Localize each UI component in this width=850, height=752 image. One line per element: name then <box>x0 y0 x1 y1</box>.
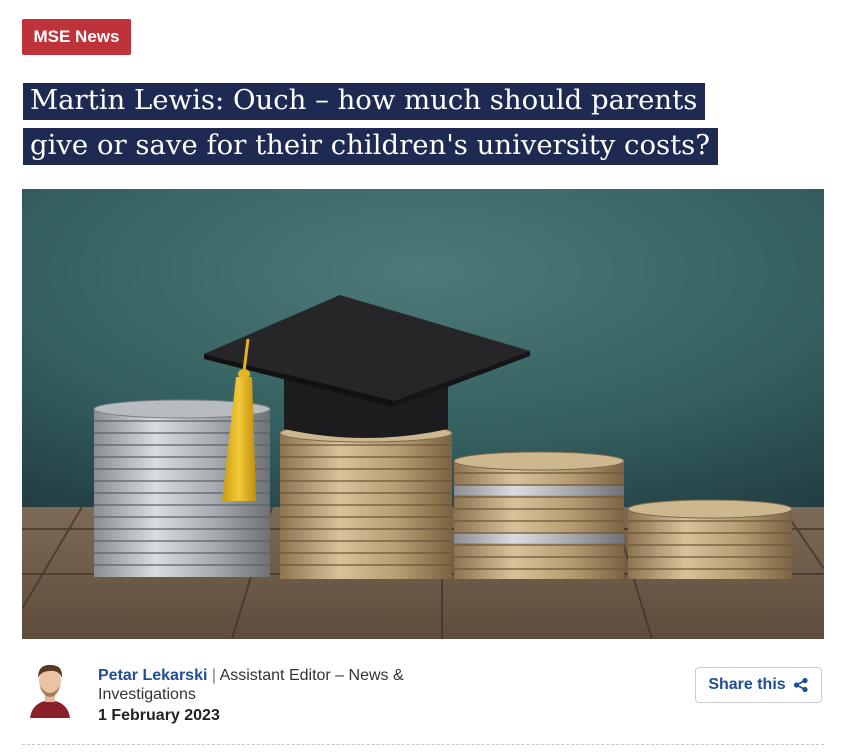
author-info: Petar Lekarski | Assistant Editor – News… <box>98 666 458 725</box>
share-icon <box>793 677 808 693</box>
mse-news-badge[interactable]: MSE News <box>22 19 131 55</box>
badge-label: MSE News <box>33 27 120 46</box>
share-button[interactable]: Share this <box>695 667 822 703</box>
headline-line-2: give or save for their children's univer… <box>23 128 719 165</box>
headline-line-1: Martin Lewis: Ouch – how much should par… <box>23 83 706 120</box>
byline-divider <box>22 744 824 745</box>
byline-separator: | <box>207 667 220 684</box>
author-name-link[interactable]: Petar Lekarski <box>98 667 207 684</box>
author-avatar[interactable] <box>26 660 74 718</box>
publish-date: 1 February 2023 <box>98 707 220 724</box>
share-button-label: Share this <box>708 676 786 693</box>
article-byline: Petar Lekarski | Assistant Editor – News… <box>22 660 824 730</box>
hero-image <box>22 189 824 639</box>
article-headline: Martin Lewis: Ouch – how much should par… <box>23 78 823 168</box>
